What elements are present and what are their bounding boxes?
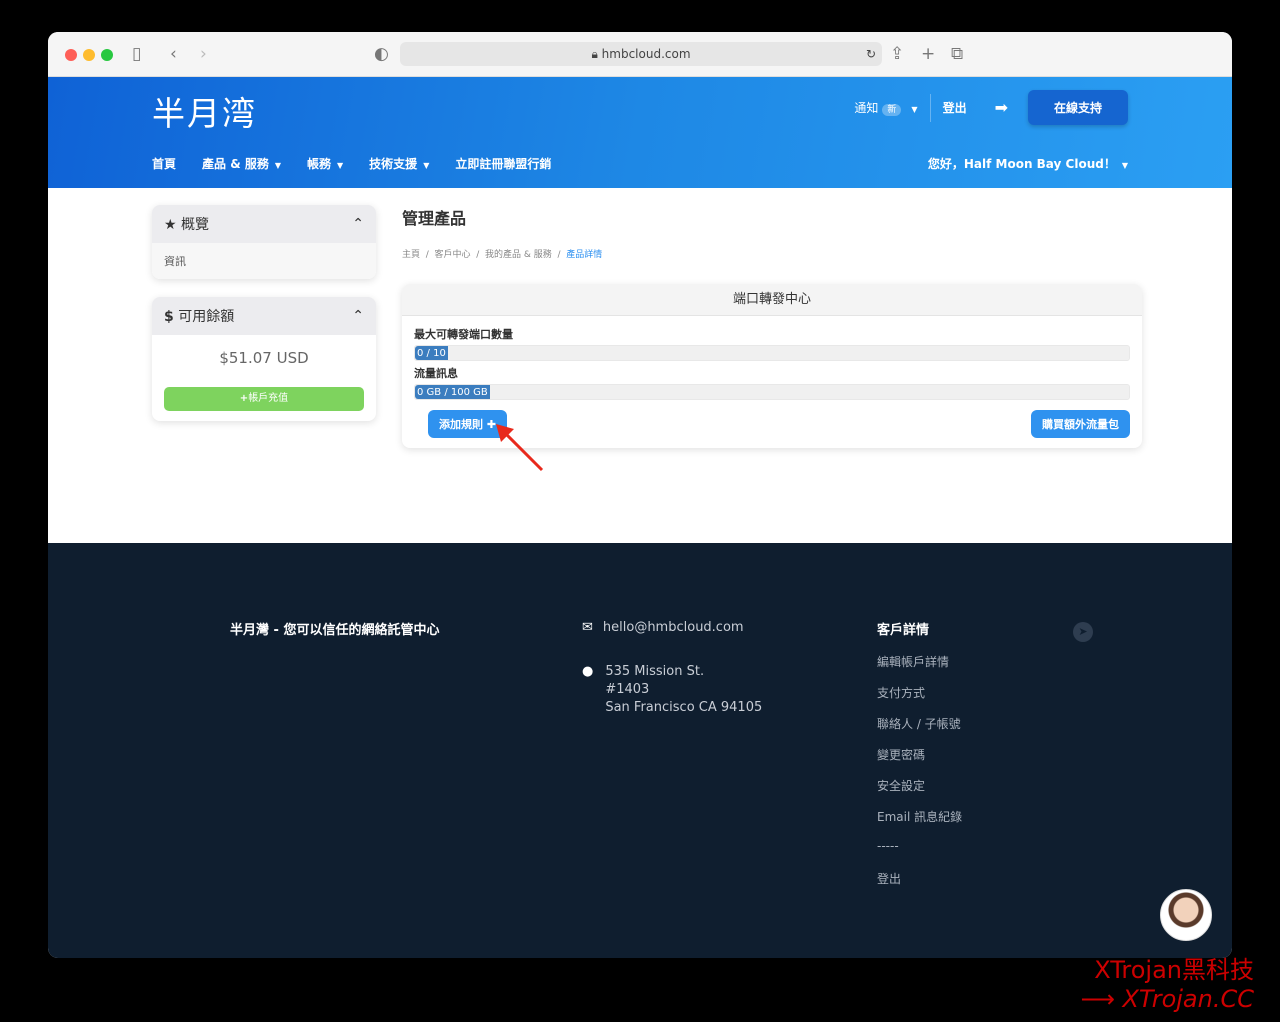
watermark-line: ⟶ XTrojan.CC — [1080, 985, 1254, 1013]
forward-icon[interactable]: › — [200, 44, 207, 64]
caret-down-icon: ▼ — [911, 105, 918, 114]
address-bar[interactable]: 🔒︎ hmbcloud.com ↻ — [400, 42, 882, 66]
chevron-up-icon[interactable]: ⌃ — [352, 216, 364, 232]
notify-label: 通知 — [854, 101, 879, 115]
top-up-label: 帳戶充值 — [248, 393, 289, 404]
tabs-overview-icon[interactable]: ⧉ — [951, 44, 963, 64]
envelope-icon: ✉ — [582, 620, 593, 635]
caret-down-icon: ▼ — [423, 161, 430, 170]
dollar-icon: $ — [164, 309, 174, 325]
footer-tagline: 半月灣 - 您可以信任的網絡託管中心 — [230, 623, 440, 638]
logout-link[interactable]: 登出 — [943, 99, 967, 116]
logout-icon[interactable]: ➡ — [995, 98, 1008, 117]
top-up-button[interactable]: +帳戶充值 — [164, 387, 364, 411]
site-header: 半月湾 通知新 ▼ 登出 ➡ 在線支持 首頁 產品 & 服務 ▼ 帳務 ▼ 技術支援 ▼… — [48, 77, 1232, 188]
balance-amount: $51.07 USD — [219, 349, 309, 367]
traffic-label: 流量訊息 — [414, 367, 458, 380]
star-icon: ★ — [164, 217, 177, 233]
caret-down-icon: ▼ — [337, 161, 344, 170]
traffic-progress-fill: 0 GB / 100 GB — [415, 385, 490, 399]
site-footer: 半月灣 - 您可以信任的網絡託管中心 ✉ hello@hmbcloud.com ●… — [48, 543, 1232, 958]
footer-link-payment[interactable]: 支付方式 — [877, 684, 962, 715]
watermark-line: XTrojan黑科技 — [1094, 956, 1254, 984]
footer-links: 客戶詳情 編輯帳戶詳情 支付方式 聯絡人 / 子帳號 變更密碼 安全設定 Ema… — [877, 619, 962, 901]
sidebar-toggle-icon[interactable]: ▯ — [132, 44, 141, 64]
chevron-up-icon[interactable]: ⌃ — [352, 308, 364, 324]
address-line: San Francisco CA 94105 — [605, 700, 763, 715]
main-content: 管理產品 主頁 / 客戶中心 / 我的產品 & 服務 / 產品詳情 端口轉發中心… — [402, 205, 1142, 448]
minimize-window-button[interactable] — [83, 49, 95, 61]
footer-link-logout[interactable]: 登出 — [877, 870, 962, 901]
footer-link-change-password[interactable]: 變更密碼 — [877, 746, 962, 777]
traffic-progress: 0 GB / 100 GB — [414, 384, 1130, 400]
browser-window: ▯ ‹ › ◐ 🔒︎ hmbcloud.com ↻ ⇪ + ⧉ 半月湾 通知新 ▼ … — [48, 32, 1232, 958]
footer-links-title: 客戶詳情 — [877, 623, 930, 638]
buy-traffic-button[interactable]: 購買額外流量包 — [1031, 410, 1130, 438]
overview-panel: ★ 概覽 ⌃ 資訊 — [152, 205, 376, 279]
telegram-icon[interactable]: ➤ — [1073, 622, 1093, 642]
add-rule-label: 添加規則 — [439, 418, 483, 431]
nav-label: 技術支援 — [369, 157, 418, 171]
notify-badge: 新 — [882, 104, 902, 116]
greeting: 您好，Half Moon Bay Cloud！ — [927, 157, 1116, 171]
nav-products[interactable]: 產品 & 服務 ▼ — [202, 155, 281, 172]
footer-link-security[interactable]: 安全設定 — [877, 777, 962, 808]
notifications-menu[interactable]: 通知新 ▼ — [854, 99, 918, 116]
live-chat-avatar[interactable] — [1160, 889, 1212, 941]
privacy-shield-icon[interactable]: ◐ — [374, 44, 389, 64]
share-icon[interactable]: ⇪ — [890, 44, 904, 64]
sidebar-item-info[interactable]: 資訊 — [152, 243, 376, 279]
plus-icon: + — [239, 393, 249, 404]
footer-contact: ✉ hello@hmbcloud.com ● 535 Mission St. #1… — [582, 619, 762, 717]
overview-title: 概覽 — [181, 217, 210, 233]
balance-header[interactable]: $ 可用餘額 ⌃ — [152, 297, 376, 335]
overview-header[interactable]: ★ 概覽 ⌃ — [152, 205, 376, 243]
breadcrumb-products[interactable]: 我的產品 & 服務 — [485, 250, 552, 260]
page-title: 管理產品 — [402, 209, 467, 228]
close-window-button[interactable] — [65, 49, 77, 61]
plus-icon: ✚ — [486, 418, 497, 431]
breadcrumb: 主頁 / 客戶中心 / 我的產品 & 服務 / 產品詳情 — [402, 250, 603, 260]
ports-label: 最大可轉發端口數量 — [414, 328, 513, 341]
account-menu[interactable]: 您好，Half Moon Bay Cloud！ ▼ — [928, 155, 1128, 172]
breadcrumb-home[interactable]: 主頁 — [402, 250, 420, 260]
balance-panel: $ 可用餘額 ⌃ $51.07 USD +帳戶充值 — [152, 297, 376, 421]
ports-progress-fill: 0 / 10 — [415, 346, 448, 360]
map-pin-icon: ● — [582, 664, 594, 679]
zoom-window-button[interactable] — [101, 49, 113, 61]
address-line: 535 Mission St. — [605, 664, 705, 679]
footer-separator: ----- — [877, 839, 899, 853]
lock-icon: 🔒︎ — [591, 47, 598, 61]
live-support-button[interactable]: 在線支持 — [1027, 90, 1128, 125]
new-tab-icon[interactable]: + — [921, 44, 935, 64]
footer-email[interactable]: hello@hmbcloud.com — [603, 619, 744, 637]
breadcrumb-current: 產品詳情 — [566, 250, 603, 260]
nav-affiliate[interactable]: 立即註冊聯盟行銷 — [455, 155, 551, 172]
nav-home[interactable]: 首頁 — [152, 155, 176, 172]
breadcrumb-client-area[interactable]: 客戶中心 — [435, 250, 471, 260]
annotation-arrow-icon — [496, 424, 544, 472]
reload-icon[interactable]: ↻ — [866, 42, 876, 66]
address-line: #1403 — [605, 682, 650, 697]
nav-label: 帳務 — [307, 157, 332, 171]
footer-link-edit-account[interactable]: 編輯帳戶詳情 — [877, 653, 962, 684]
browser-toolbar: ▯ ‹ › ◐ 🔒︎ hmbcloud.com ↻ ⇪ + ⧉ — [48, 32, 1232, 77]
footer-link-email-history[interactable]: Email 訊息紀錄 — [877, 808, 962, 839]
balance-title: 可用餘額 — [178, 309, 235, 325]
logo[interactable]: 半月湾 — [152, 87, 257, 135]
footer-link-contacts[interactable]: 聯絡人 / 子帳號 — [877, 715, 962, 746]
sidebar: ★ 概覽 ⌃ 資訊 $ 可用餘額 ⌃ $51.07 USD +帳戶充值 — [152, 205, 376, 439]
main-nav: 首頁 產品 & 服務 ▼ 帳務 ▼ 技術支援 ▼ 立即註冊聯盟行銷 — [152, 155, 551, 172]
ports-progress: 0 / 10 — [414, 345, 1130, 361]
back-icon[interactable]: ‹ — [170, 44, 177, 64]
watermark: XTrojan黑科技 ⟶ XTrojan.CC — [1080, 956, 1254, 1014]
nav-support[interactable]: 技術支援 ▼ — [369, 155, 429, 172]
caret-down-icon: ▼ — [274, 161, 281, 170]
divider — [929, 93, 931, 122]
nav-label: 產品 & 服務 — [202, 157, 269, 171]
url-text: hmbcloud.com — [601, 47, 691, 61]
caret-down-icon: ▼ — [1121, 161, 1128, 170]
nav-billing[interactable]: 帳務 ▼ — [307, 155, 343, 172]
card-title: 端口轉發中心 — [402, 284, 1142, 316]
